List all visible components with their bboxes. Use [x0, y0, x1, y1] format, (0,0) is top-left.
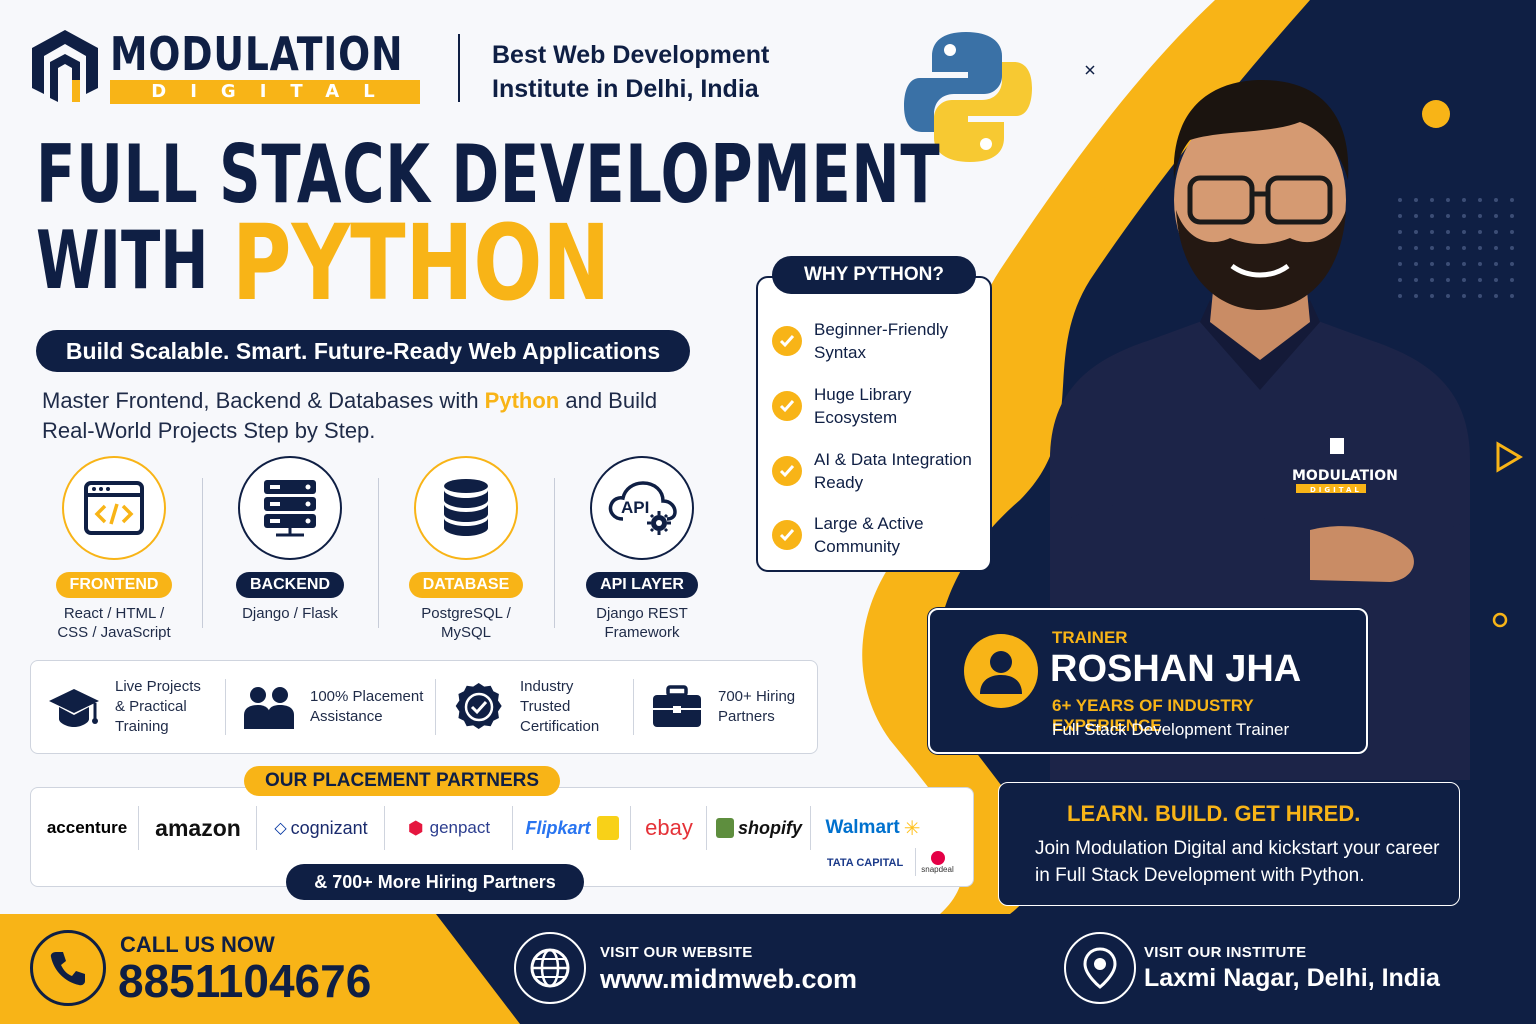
feature-certification: Industry Trusted Certification — [435, 678, 633, 735]
stack-item-backend[interactable]: BACKEND Django / Flask — [202, 454, 378, 644]
stack-tech: Django REST Framework — [596, 605, 688, 641]
tech-stack: FRONTEND React / HTML / CSS / JavaScript… — [26, 454, 732, 644]
brand-name: MODULATION — [110, 27, 404, 81]
feature-placement: 100% Placement Assistance — [225, 679, 435, 735]
header-divider — [458, 34, 460, 102]
people-icon — [244, 687, 294, 729]
stack-label: FRONTEND — [55, 572, 173, 598]
feature-hiring-partners: 700+ Hiring Partners — [633, 679, 817, 735]
svg-text:MODULATION: MODULATION — [1292, 468, 1398, 484]
cta-text: Join Modulation Digital and kickstart yo… — [1035, 838, 1440, 886]
shopify-bag-icon — [715, 818, 734, 838]
phone-icon[interactable] — [30, 930, 106, 1006]
partner-cognizant: ◇ cognizant — [257, 806, 385, 850]
stack-label: BACKEND — [236, 572, 344, 598]
svg-text:API: API — [621, 498, 649, 517]
partner-genpact: ⬢ genpact — [385, 806, 513, 850]
trainer-title: Full Stack Development Trainer — [1052, 720, 1290, 739]
server-icon — [264, 480, 316, 537]
brand-sub: DIGITAL — [110, 80, 420, 104]
stack-item-frontend[interactable]: FRONTEND React / HTML / CSS / JavaScript — [26, 454, 202, 644]
poster: MODULATION DIGITAL MODULATION DIGITAL Be… — [0, 0, 1536, 1024]
stack-tech: PostgreSQL / MySQL — [421, 605, 511, 641]
briefcase-icon — [653, 685, 701, 727]
cta-title: LEARN. BUILD. GET HIRED. — [1067, 801, 1361, 826]
check-icon — [772, 456, 802, 486]
partner-snapdeal: snapdeal — [915, 848, 959, 876]
trainer-role: TRAINER — [1052, 628, 1128, 647]
why-item: Beginner-Friendly Syntax — [772, 318, 990, 364]
desc-part1: Master Frontend, Backend & Databases wit… — [42, 388, 485, 413]
certificate-badge-icon — [455, 683, 502, 729]
api-cloud-icon: API — [608, 481, 677, 535]
stack-tech: React / HTML / CSS / JavaScript — [57, 605, 171, 641]
location-pin-icon[interactable] — [1064, 932, 1136, 1004]
walmart-spark-icon: ✳ — [903, 817, 921, 840]
partner-ebay: ebay — [631, 806, 707, 850]
trainer-name: ROSHAN JHA — [1050, 648, 1302, 690]
partner-walmart: Walmart ✳ — [825, 817, 921, 840]
stack-label: DATABASE — [408, 572, 524, 598]
code-window-icon — [84, 481, 144, 535]
genpact-mark-icon: ⬢ — [407, 817, 424, 838]
trainer-card: TRAINER ROSHAN JHA 6+ YEARS OF INDUSTRY … — [928, 608, 1368, 754]
stack-icon-circle — [238, 456, 342, 560]
institute-address: Laxmi Nagar, Delhi, India — [1144, 964, 1440, 992]
stack-icon-circle — [62, 456, 166, 560]
partner-tata-capital: TATA CAPITAL — [826, 857, 904, 869]
course-description: Master Frontend, Backend & Databases wit… — [42, 386, 682, 446]
website-link[interactable]: www.midmweb.com — [600, 964, 857, 995]
snapdeal-mark-icon — [930, 850, 945, 865]
why-item: Huge Library Ecosystem — [772, 383, 934, 429]
user-avatar-icon — [964, 634, 1038, 708]
modulation-logo-icon — [32, 30, 98, 102]
stack-label: API LAYER — [586, 572, 698, 598]
feature-label: Live Projects & Practical Training — [115, 678, 201, 735]
headline-highlight: PYTHON — [232, 202, 611, 324]
institute-label: VISIT OUR INSTITUTE — [1144, 944, 1307, 961]
features-box: Live Projects & Practical Training 100% … — [30, 660, 818, 754]
placement-partners-title: OUR PLACEMENT PARTNERS — [244, 766, 560, 796]
feature-live-projects: Live Projects & Practical Training — [31, 678, 225, 735]
check-icon — [772, 520, 802, 550]
globe-icon[interactable] — [514, 932, 586, 1004]
why-item: AI & Data Integration Ready — [772, 448, 990, 494]
stack-tech: Django / Flask — [242, 605, 338, 622]
database-icon — [444, 479, 488, 536]
partner-amazon: amazon — [139, 806, 257, 850]
feature-label: 100% Placement Assistance — [310, 688, 424, 725]
partner-accenture: accenture — [35, 806, 139, 850]
partner-flipkart: Flipkart — [513, 806, 631, 850]
cta-card: LEARN. BUILD. GET HIRED. Join Modulation… — [998, 782, 1460, 906]
flipkart-bag-icon — [596, 816, 619, 840]
feature-label: Industry Trusted Certification — [520, 678, 600, 735]
check-icon — [772, 326, 802, 356]
why-python-title: WHY PYTHON? — [772, 256, 976, 294]
stack-icon-circle: API — [590, 456, 694, 560]
graduation-cap-icon — [49, 689, 99, 727]
why-item: Large & Active Community — [772, 512, 944, 558]
partner-shopify: shopify — [707, 806, 811, 850]
feature-label: 700+ Hiring Partners — [718, 688, 796, 725]
headline-line2: WITH PYTHON — [36, 202, 610, 324]
cognizant-mark-icon: ◇ — [274, 820, 287, 837]
headline-prefix: WITH — [36, 214, 209, 307]
check-icon — [772, 391, 802, 421]
svg-text:DIGITAL: DIGITAL — [1310, 486, 1362, 494]
more-partners-pill: & 700+ More Hiring Partners — [286, 864, 584, 900]
why-python-card: Beginner-Friendly Syntax Huge Library Ec… — [756, 276, 992, 572]
subtitle-pill: Build Scalable. Smart. Future-Ready Web … — [36, 330, 690, 372]
stack-item-api[interactable]: API API LAYER Django REST Framework — [554, 454, 730, 644]
brand-tagline: Best Web Development Institute in Delhi,… — [492, 41, 770, 103]
stack-icon-circle — [414, 456, 518, 560]
website-label: VISIT OUR WEBSITE — [600, 944, 753, 961]
brand-logo[interactable]: MODULATION DIGITAL — [30, 28, 468, 106]
stack-item-database[interactable]: DATABASE PostgreSQL / MySQL — [378, 454, 554, 644]
desc-highlight: Python — [484, 388, 560, 413]
phone-number[interactable]: 8851104676 — [118, 954, 371, 1008]
